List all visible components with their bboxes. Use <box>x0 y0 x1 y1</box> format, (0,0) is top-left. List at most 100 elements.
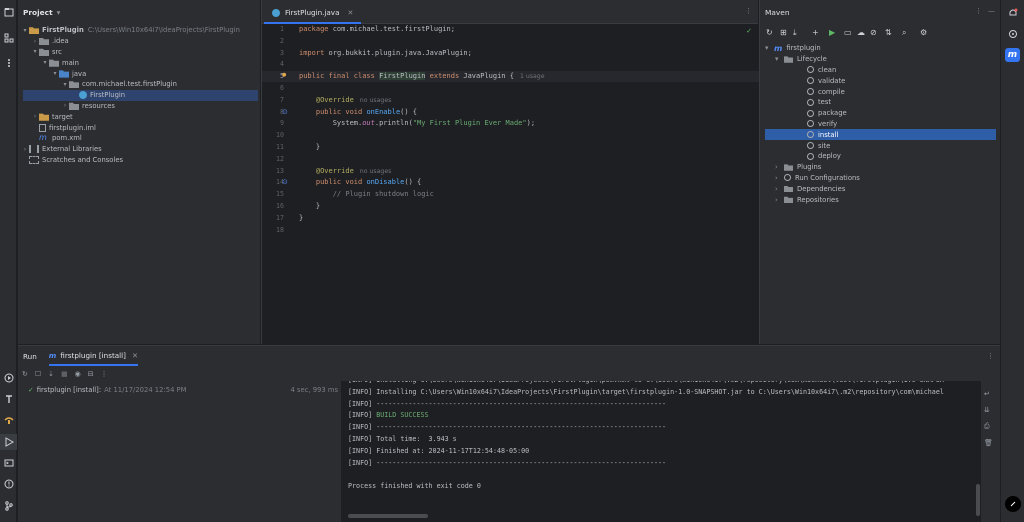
tab-firstplugin-java[interactable]: FirstPlugin.java ✕ <box>264 3 362 24</box>
maven-tree-item[interactable]: clean <box>807 65 836 76</box>
maven-tree-item[interactable]: deploy <box>807 151 841 162</box>
console-output[interactable]: [INFO] Installing C:\Users\Win10x64i7\Id… <box>341 381 981 522</box>
tree-item[interactable]: › .idea <box>18 36 69 47</box>
chevron-icon[interactable]: ▾ <box>41 59 49 66</box>
rerun-icon[interactable]: ↻ <box>22 370 28 378</box>
structure-tool-icon[interactable] <box>0 30 17 46</box>
show-deps-icon[interactable]: ⊘ <box>870 28 877 37</box>
maven-tree-item[interactable]: install <box>765 129 996 141</box>
eye-icon[interactable]: ◉ <box>75 370 81 378</box>
console-line: [INFO] ---------------------------------… <box>348 423 667 432</box>
ai-assistant-icon[interactable] <box>1004 26 1021 42</box>
run-icon[interactable]: ▶ <box>829 28 835 37</box>
chevron-icon[interactable]: › <box>61 102 69 109</box>
tree-item[interactable]: ▾ java <box>18 68 86 79</box>
override-icon[interactable]: ⊙ <box>282 178 288 186</box>
chevron-icon[interactable]: › <box>775 185 784 193</box>
problems-icon[interactable] <box>0 476 17 492</box>
folder-icon <box>784 164 793 171</box>
wrap-icon[interactable]: ↵ <box>984 390 993 398</box>
more-options-icon[interactable]: ⋮ <box>975 7 982 15</box>
gear-icon <box>807 142 814 150</box>
tree-item[interactable]: ▾ FirstPlugin C:\Users\Win10x64i7\IdeaProj… <box>18 25 240 36</box>
scroll-end-icon[interactable]: ⇊ <box>984 406 993 414</box>
more-options-icon[interactable]: ⋮ <box>101 370 108 378</box>
more-options-icon[interactable]: ⋮ <box>745 7 752 15</box>
project-tool-icon[interactable] <box>0 4 17 20</box>
tree-item[interactable]: FirstPlugin <box>23 89 258 101</box>
maven-title: Maven <box>765 7 790 17</box>
tree-item[interactable]: › resources <box>18 101 115 112</box>
chevron-icon[interactable]: ▾ <box>51 70 59 77</box>
trash-icon[interactable]: 🗑 <box>984 439 993 447</box>
close-icon[interactable]: ✕ <box>132 351 138 360</box>
chevron-icon[interactable]: › <box>775 174 784 182</box>
chevron-icon[interactable]: › <box>31 38 39 45</box>
collapse-icon[interactable]: ⇅ <box>885 28 892 37</box>
maven-tree-item[interactable]: › Run Configurations <box>775 173 860 184</box>
chevron-icon[interactable]: ▾ <box>765 44 774 52</box>
tree-item[interactable]: m pom.xml <box>18 133 82 144</box>
minimize-icon[interactable]: — <box>988 7 995 15</box>
tree-item[interactable]: ▾ main <box>18 57 79 68</box>
tree-item[interactable]: ▾ src <box>18 47 62 58</box>
project-panel-header[interactable]: Project ▾ <box>18 0 260 24</box>
plus-icon[interactable]: + <box>812 28 819 37</box>
chevron-icon[interactable]: › <box>775 163 784 171</box>
maven-tool-icon[interactable]: m <box>1005 48 1020 62</box>
chevron-icon[interactable]: › <box>775 196 784 204</box>
maven-tree-item[interactable]: compile <box>807 86 845 97</box>
reload-icon[interactable]: ↻ <box>766 28 773 37</box>
maven-tree-item[interactable]: ▾ m firstplugin <box>765 43 821 54</box>
print-icon[interactable]: ⎙ <box>984 422 993 431</box>
bookmark-icon[interactable]: ● <box>282 72 286 78</box>
maven-build-icon[interactable] <box>0 412 17 428</box>
settings-icon[interactable]: ⚙ <box>920 28 927 37</box>
console-hscrollbar[interactable] <box>348 514 428 518</box>
services-icon[interactable] <box>0 370 17 386</box>
tree-item[interactable]: › External Libraries <box>18 144 102 155</box>
notifications-icon[interactable] <box>1004 5 1021 21</box>
maven-tree-item[interactable]: › Repositories <box>775 194 839 205</box>
run-tool-icon[interactable] <box>0 434 17 450</box>
chevron-icon[interactable]: ▾ <box>775 55 784 63</box>
add-icon[interactable]: ⊞ <box>780 28 787 37</box>
chevron-down-icon[interactable]: ▾ <box>57 8 61 17</box>
chevron-icon[interactable]: ▾ <box>21 27 29 34</box>
run-tab[interactable]: m firstplugin [install] ✕ <box>48 346 139 366</box>
pin-icon[interactable]: ⇣ <box>48 370 54 378</box>
chevron-icon[interactable]: ▾ <box>31 48 39 55</box>
chevron-icon[interactable]: › <box>21 146 29 153</box>
filter-icon[interactable]: ☐ <box>35 370 41 378</box>
more-options-icon[interactable]: ⋮ <box>987 351 994 360</box>
more-tools-icon[interactable] <box>0 55 17 71</box>
maven-tree-item[interactable]: ▾ Lifecycle <box>775 54 827 65</box>
tree-item[interactable]: firstplugin.iml <box>18 122 96 133</box>
skip-tests-icon[interactable]: ☁ <box>857 28 865 37</box>
find-icon[interactable]: ⌕ <box>902 28 906 38</box>
maven-tree-item[interactable]: validate <box>807 75 845 86</box>
maven-tree-item[interactable]: package <box>807 108 847 119</box>
chat-icon[interactable] <box>1005 496 1021 512</box>
maven-tree-item[interactable]: › Dependencies <box>775 183 845 194</box>
maven-tree-item[interactable]: › Plugins <box>775 162 821 173</box>
close-icon[interactable]: ✕ <box>347 9 353 17</box>
tree-item[interactable]: Scratches and Consoles <box>18 155 123 166</box>
git-icon[interactable] <box>0 498 17 514</box>
tree-item[interactable]: › target <box>18 111 73 122</box>
maven-tree-item[interactable]: site <box>807 140 830 151</box>
maven-tree-item[interactable]: verify <box>807 119 837 130</box>
download-icon[interactable]: ⤓ <box>793 28 797 38</box>
chevron-icon[interactable]: › <box>31 113 39 120</box>
toggle-offline-icon[interactable]: ▭ <box>844 28 852 37</box>
terminal-icon[interactable] <box>0 455 17 471</box>
override-icon[interactable]: ⊙ <box>282 108 288 116</box>
stop-icon[interactable]: ■ <box>61 370 68 378</box>
chevron-icon[interactable]: ▾ <box>61 81 69 88</box>
run-task-row[interactable]: ✓ firstplugin [install]: At 11/17/2024 1… <box>28 386 338 394</box>
maven-tree-item[interactable]: test <box>807 97 831 108</box>
layout-icon[interactable]: ⊟ <box>88 370 94 378</box>
console-scrollbar[interactable] <box>976 484 980 516</box>
build-icon[interactable] <box>0 391 17 407</box>
tree-item[interactable]: ▾ com.michael.test.firstPlugin <box>18 79 177 90</box>
